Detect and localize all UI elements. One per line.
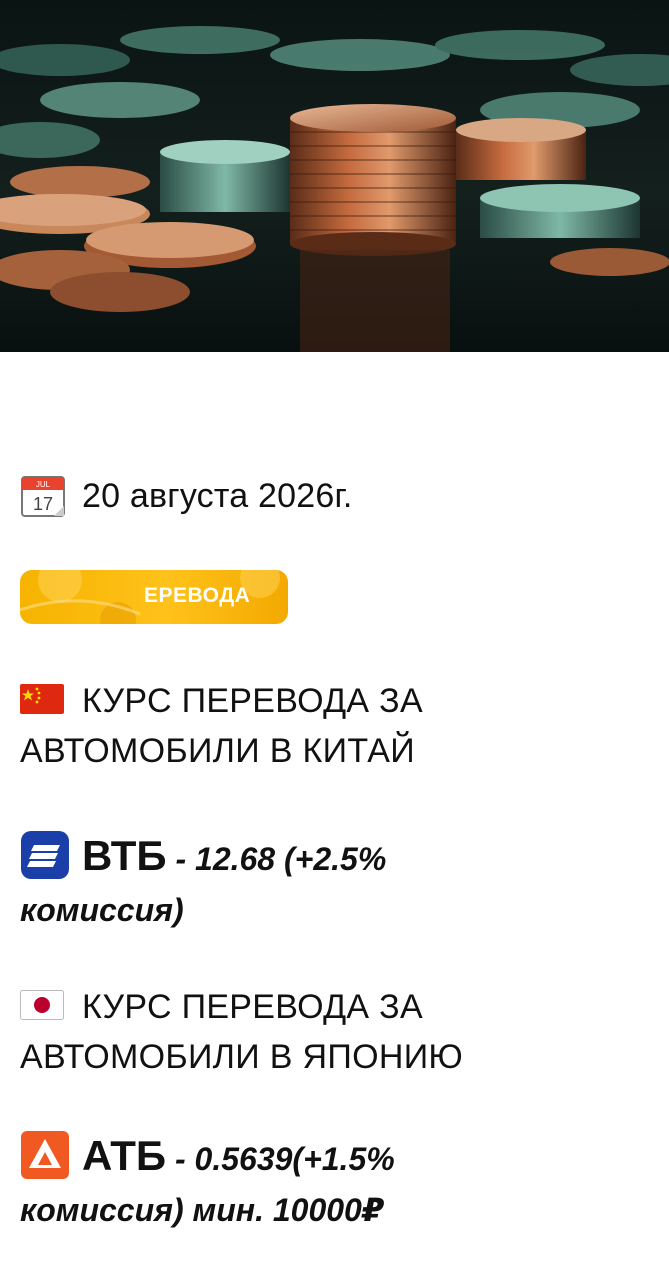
atb-rate: АТБ - 0.5639(+1.5% комиссия) мин. 10000₽ bbox=[20, 1128, 650, 1233]
date-row: JUL 17 20 августа 2026г. bbox=[20, 474, 353, 518]
china-heading-line2: АВТОМОБИЛИ В КИТАЙ bbox=[20, 732, 416, 770]
china-heading: КУРС ПЕРЕВОДА ЗА АВТОМОБИЛИ В КИТАЙ bbox=[20, 676, 650, 776]
vtb-rate-value: - 12.68 (+2.5% bbox=[166, 841, 387, 877]
atb-bank-name: АТБ bbox=[82, 1132, 167, 1179]
japan-heading: КУРС ПЕРЕВОДА ЗА АВТОМОБИЛИ В ЯПОНИЮ bbox=[20, 982, 650, 1082]
coins-photo bbox=[0, 0, 669, 352]
japan-flag-icon bbox=[20, 990, 64, 1021]
atb-rate-value: - 0.5639(+1.5% bbox=[166, 1141, 395, 1177]
china-flag-icon bbox=[20, 684, 64, 715]
calendar-day: 17 bbox=[33, 494, 53, 514]
calendar-icon: JUL 17 bbox=[21, 476, 65, 517]
japan-heading-line1: КУРС ПЕРЕВОДА ЗА bbox=[82, 988, 423, 1026]
vtb-bank-name: ВТБ bbox=[82, 832, 167, 879]
atb-rate-commission: комиссия) мин. 10000₽ bbox=[20, 1192, 385, 1228]
vtb-logo-icon bbox=[21, 830, 69, 879]
banner-text: ЕРЕВОДА bbox=[144, 584, 251, 607]
transfer-banner: ЕРЕВОДА bbox=[20, 570, 288, 624]
japan-heading-line2: АВТОМОБИЛИ В ЯПОНИЮ bbox=[20, 1038, 464, 1076]
vtb-rate-commission: комиссия) bbox=[20, 892, 184, 928]
vtb-rate: ВТБ - 12.68 (+2.5% комиссия) bbox=[20, 828, 650, 933]
china-heading-line1: КУРС ПЕРЕВОДА ЗА bbox=[82, 682, 423, 720]
calendar-month: JUL bbox=[36, 480, 51, 489]
post-date: 20 августа 2026г. bbox=[82, 476, 353, 515]
atb-logo-icon bbox=[21, 1130, 69, 1179]
